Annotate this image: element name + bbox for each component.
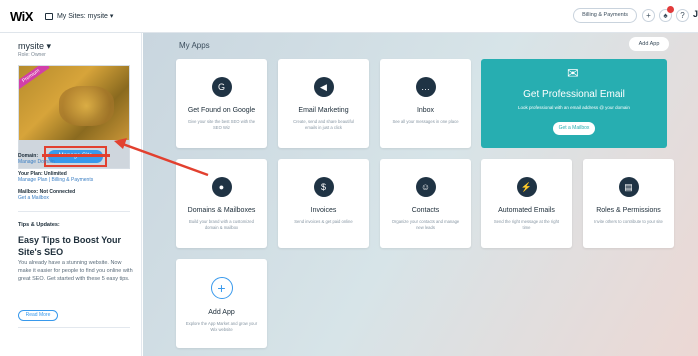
wix-logo[interactable]: WiX	[10, 9, 33, 24]
tips-body: You already have a stunning website. Now…	[18, 260, 133, 282]
site-sidebar: mysite ▾ Role: Owner Premium Manage Site…	[0, 33, 142, 356]
email-card-desc: Look professional with an email address …	[518, 105, 630, 110]
top-bar: WiX My Sites: mysite ▾ Billing & Payment…	[0, 0, 698, 33]
avatar[interactable]: J	[693, 9, 698, 22]
notification-badge	[667, 6, 674, 13]
my-sites-label: My Sites: mysite ▾	[56, 13, 114, 20]
app-title: Automated Emails	[498, 207, 555, 214]
app-desc: Build your brand with a customized domai…	[189, 219, 254, 230]
app-card-roles-permissions[interactable]: ▤ Roles & Permissions Invite others to c…	[583, 159, 674, 248]
app-card-email-marketing[interactable]: ◀ Email Marketing Create, send and share…	[278, 59, 369, 148]
app-desc: Invite others to contribute to your site	[594, 219, 663, 224]
app-card-get-found-on-google[interactable]: G Get Found on Google Give your site the…	[176, 59, 267, 148]
email-card-title: Get Professional Email	[523, 89, 625, 100]
chat-icon: …	[415, 77, 436, 97]
google-icon: G	[211, 77, 232, 97]
app-title: Add App	[208, 309, 235, 316]
get-mailbox-link[interactable]: Get a Mailbox	[18, 195, 49, 201]
billing-payments-button[interactable]: Billing & Payments	[573, 8, 637, 23]
domain-redacted-bar	[42, 154, 110, 157]
app-title: Get Found on Google	[187, 107, 256, 114]
site-icon	[44, 12, 53, 20]
app-desc: Send the right message at the right time	[493, 219, 560, 230]
top-bar-actions: Billing & Payments + ♠ ? J	[573, 6, 698, 23]
page-title: My Apps	[179, 41, 210, 50]
plan-info: Your Plan: Unlimited Manage Plan | Billi…	[18, 171, 93, 183]
add-app-button[interactable]: Add App	[629, 37, 669, 51]
app-card-invoices[interactable]: $ Invoices Send invoices & get paid onli…	[278, 159, 369, 248]
location-icon: ●	[211, 177, 232, 197]
help-icon[interactable]: ?	[676, 9, 689, 22]
app-title: Domains & Mailboxes	[187, 207, 256, 214]
get-professional-email-card[interactable]: ✉ Get Professional Email Look profession…	[481, 59, 667, 148]
main-content: My Apps Add App G Get Found on Google Gi…	[143, 33, 698, 356]
app-card-inbox[interactable]: … Inbox See all your messages in one pla…	[380, 59, 471, 148]
get-a-mailbox-button[interactable]: Get a Mailbox	[553, 122, 595, 135]
app-card-automated-emails[interactable]: ⚡ Automated Emails Send the right messag…	[481, 159, 572, 248]
app-title: Invoices	[310, 207, 337, 214]
my-sites-dropdown[interactable]: My Sites: mysite ▾	[44, 12, 114, 20]
app-desc: Explore the App Market and grow your Wix…	[185, 321, 258, 332]
app-desc: Create, send and share beautiful emails …	[293, 119, 354, 130]
app-card-add-app[interactable]: + Add App Explore the App Market and gro…	[176, 259, 267, 348]
app-title: Inbox	[416, 107, 435, 114]
plan-links[interactable]: Manage Plan | Billing & Payments	[18, 177, 93, 183]
invoice-icon: $	[313, 177, 334, 197]
site-role: Role: Owner	[18, 52, 46, 58]
app-desc: See all your messages in one place	[392, 119, 459, 124]
app-desc: Send invoices & get paid online	[294, 219, 353, 224]
manage-domain-link[interactable]: Manage Domain	[18, 159, 55, 165]
app-title: Roles & Permissions	[596, 207, 661, 214]
lightning-icon: ⚡	[516, 177, 537, 197]
notifications-icon[interactable]: ♠	[659, 6, 674, 22]
app-desc: Give your site the best SEO with the SEO…	[187, 119, 256, 130]
plus-icon: +	[210, 277, 233, 299]
divider	[18, 211, 130, 212]
site-name-dropdown[interactable]: mysite ▾	[18, 41, 51, 52]
tips-heading: Tips & Updates:	[18, 222, 60, 228]
read-more-button[interactable]: Read More	[18, 310, 58, 321]
envelope-icon: ✉	[567, 65, 579, 81]
mailbox-info: Mailbox: Not Connected Get a Mailbox	[18, 189, 75, 201]
app-card-contacts[interactable]: ☺ Contacts Organize your contacts and ma…	[380, 159, 471, 248]
add-icon[interactable]: +	[642, 9, 655, 22]
app-title: Email Marketing	[298, 107, 349, 114]
divider	[18, 327, 130, 328]
person-icon: ☺	[415, 177, 436, 197]
app-desc: Organize your contacts and manage new le…	[391, 219, 460, 230]
id-card-icon: ▤	[618, 177, 639, 197]
app-title: Contacts	[411, 207, 440, 214]
tips-title: Easy Tips to Boost Your Site's SEO	[18, 235, 122, 257]
megaphone-icon: ◀	[313, 77, 334, 97]
app-card-domains-mailboxes[interactable]: ● Domains & Mailboxes Build your brand w…	[176, 159, 267, 248]
